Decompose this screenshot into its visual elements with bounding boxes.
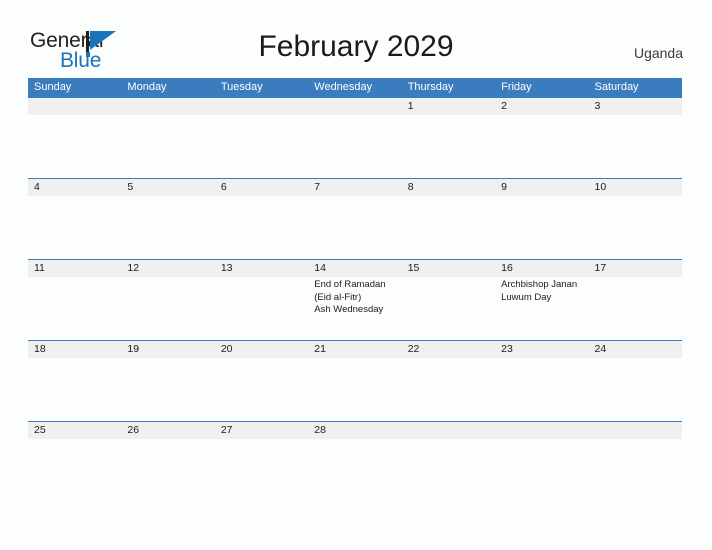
weekday-header-friday: Friday <box>501 81 532 93</box>
day-number[interactable] <box>402 422 495 439</box>
day-events <box>215 277 308 340</box>
week-row: 4 5 6 7 8 9 10 <box>28 178 682 259</box>
weekday-header-thursday: Thursday <box>407 81 454 93</box>
day-events <box>121 358 214 421</box>
week-event-band <box>28 439 682 502</box>
week-event-band: End of Ramadan (Eid al-Fitr) Ash Wednesd… <box>28 277 682 340</box>
week-row: 25 26 27 28 <box>28 421 682 502</box>
weekday-header-sunday: Sunday <box>34 81 72 93</box>
day-events <box>308 115 401 178</box>
weekday-header-tuesday: Tuesday <box>220 81 263 93</box>
day-number[interactable]: 8 <box>402 179 495 196</box>
day-events-holiday: End of Ramadan (Eid al-Fitr) Ash Wednesd… <box>314 279 386 315</box>
day-events-holiday: Archbishop Janan Luwum Day <box>501 279 578 303</box>
day-events <box>28 439 121 502</box>
day-events <box>215 196 308 259</box>
day-number[interactable]: 20 <box>215 341 308 358</box>
day-number[interactable]: 26 <box>121 422 214 439</box>
day-events <box>215 115 308 178</box>
day-number[interactable] <box>308 98 401 115</box>
day-events <box>589 115 682 178</box>
day-number[interactable]: 11 <box>28 260 121 277</box>
day-number[interactable]: 19 <box>121 341 214 358</box>
day-number[interactable]: 23 <box>495 341 588 358</box>
day-events <box>402 358 495 421</box>
week-date-band: 1 2 3 <box>28 98 682 115</box>
day-number[interactable]: 17 <box>589 260 682 277</box>
day-number[interactable]: 1 <box>402 98 495 115</box>
week-row: 1 2 3 <box>28 97 682 178</box>
week-event-band <box>28 196 682 259</box>
week-row: 18 19 20 21 22 23 24 <box>28 340 682 421</box>
day-events <box>589 439 682 502</box>
week-row: 11 12 13 14 15 16 17 End of Ramadan (Eid… <box>28 259 682 340</box>
day-number[interactable] <box>495 422 588 439</box>
day-events <box>589 196 682 259</box>
day-number[interactable]: 4 <box>28 179 121 196</box>
weekday-header-monday: Monday <box>127 81 167 93</box>
day-number[interactable] <box>589 422 682 439</box>
weekday-header-row: Sunday Monday Tuesday Wednesday Thursday… <box>28 78 682 97</box>
week-date-band: 18 19 20 21 22 23 24 <box>28 341 682 358</box>
day-number[interactable]: 27 <box>215 422 308 439</box>
day-number[interactable]: 12 <box>121 260 214 277</box>
day-events <box>215 439 308 502</box>
day-events <box>589 277 682 340</box>
weekday-header-wednesday: Wednesday <box>314 81 373 93</box>
calendar-grid: Sunday Monday Tuesday Wednesday Thursday… <box>28 78 682 502</box>
day-number[interactable]: 21 <box>308 341 401 358</box>
day-events <box>308 196 401 259</box>
day-events <box>402 439 495 502</box>
week-date-band: 11 12 13 14 15 16 17 <box>28 260 682 277</box>
day-events <box>402 277 495 340</box>
day-number[interactable]: 5 <box>121 179 214 196</box>
day-number[interactable]: 13 <box>215 260 308 277</box>
week-date-band: 4 5 6 7 8 9 10 <box>28 179 682 196</box>
day-events <box>308 358 401 421</box>
day-events <box>121 115 214 178</box>
day-number[interactable]: 15 <box>402 260 495 277</box>
day-events <box>402 196 495 259</box>
day-events <box>495 439 588 502</box>
day-events <box>28 277 121 340</box>
day-number[interactable]: 25 <box>28 422 121 439</box>
day-events <box>28 196 121 259</box>
day-number[interactable]: 24 <box>589 341 682 358</box>
day-events <box>495 358 588 421</box>
day-number[interactable]: 2 <box>495 98 588 115</box>
day-events <box>121 439 214 502</box>
week-event-band <box>28 115 682 178</box>
day-events <box>495 115 588 178</box>
day-number[interactable] <box>28 98 121 115</box>
day-number[interactable]: 3 <box>589 98 682 115</box>
day-events <box>589 358 682 421</box>
day-events <box>495 196 588 259</box>
page-title: February 2029 <box>258 30 454 63</box>
day-events <box>402 115 495 178</box>
weekday-header-saturday: Saturday <box>594 81 639 93</box>
country-label: Uganda <box>633 45 683 61</box>
day-events <box>28 115 121 178</box>
day-number[interactable]: 6 <box>215 179 308 196</box>
day-number[interactable]: 16 <box>495 260 588 277</box>
week-event-band <box>28 358 682 421</box>
day-number[interactable]: 9 <box>495 179 588 196</box>
day-number[interactable]: 10 <box>589 179 682 196</box>
day-events <box>308 439 401 502</box>
day-events <box>121 277 214 340</box>
day-number[interactable]: 7 <box>308 179 401 196</box>
page-header: General Blue February 2029 Uganda <box>0 0 712 78</box>
day-number[interactable]: 14 <box>308 260 401 277</box>
day-events <box>215 358 308 421</box>
day-events <box>28 358 121 421</box>
day-number[interactable] <box>121 98 214 115</box>
day-number[interactable]: 22 <box>402 341 495 358</box>
day-events <box>121 196 214 259</box>
day-number[interactable]: 18 <box>28 341 121 358</box>
week-date-band: 25 26 27 28 <box>28 422 682 439</box>
day-number[interactable]: 28 <box>308 422 401 439</box>
day-number[interactable] <box>215 98 308 115</box>
